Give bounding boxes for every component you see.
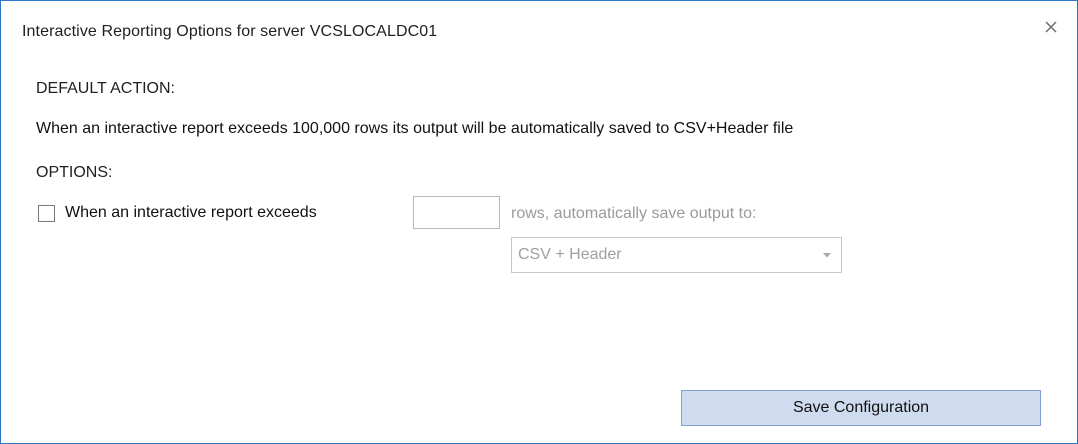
- save-configuration-button[interactable]: Save Configuration: [681, 390, 1041, 426]
- output-format-select[interactable]: CSV + Header: [511, 237, 842, 273]
- save-to-label: rows, automatically save output to:: [511, 205, 757, 222]
- threshold-checkbox[interactable]: [38, 204, 55, 222]
- options-heading: OPTIONS:: [36, 164, 113, 181]
- reporting-options-dialog: Interactive Reporting Options for server…: [0, 0, 1078, 444]
- rows-threshold-input[interactable]: [413, 196, 500, 229]
- close-icon: [1045, 21, 1057, 33]
- threshold-checkbox-label: When an interactive report exceeds: [65, 204, 317, 221]
- default-action-heading: DEFAULT ACTION:: [36, 80, 175, 97]
- output-format-value: CSV + Header: [518, 246, 622, 263]
- chevron-down-icon: [813, 252, 841, 258]
- dialog-title: Interactive Reporting Options for server…: [22, 23, 438, 40]
- close-button[interactable]: [1039, 15, 1063, 39]
- default-action-description: When an interactive report exceeds 100,0…: [36, 120, 794, 137]
- threshold-option-row: When an interactive report exceeds: [38, 196, 317, 230]
